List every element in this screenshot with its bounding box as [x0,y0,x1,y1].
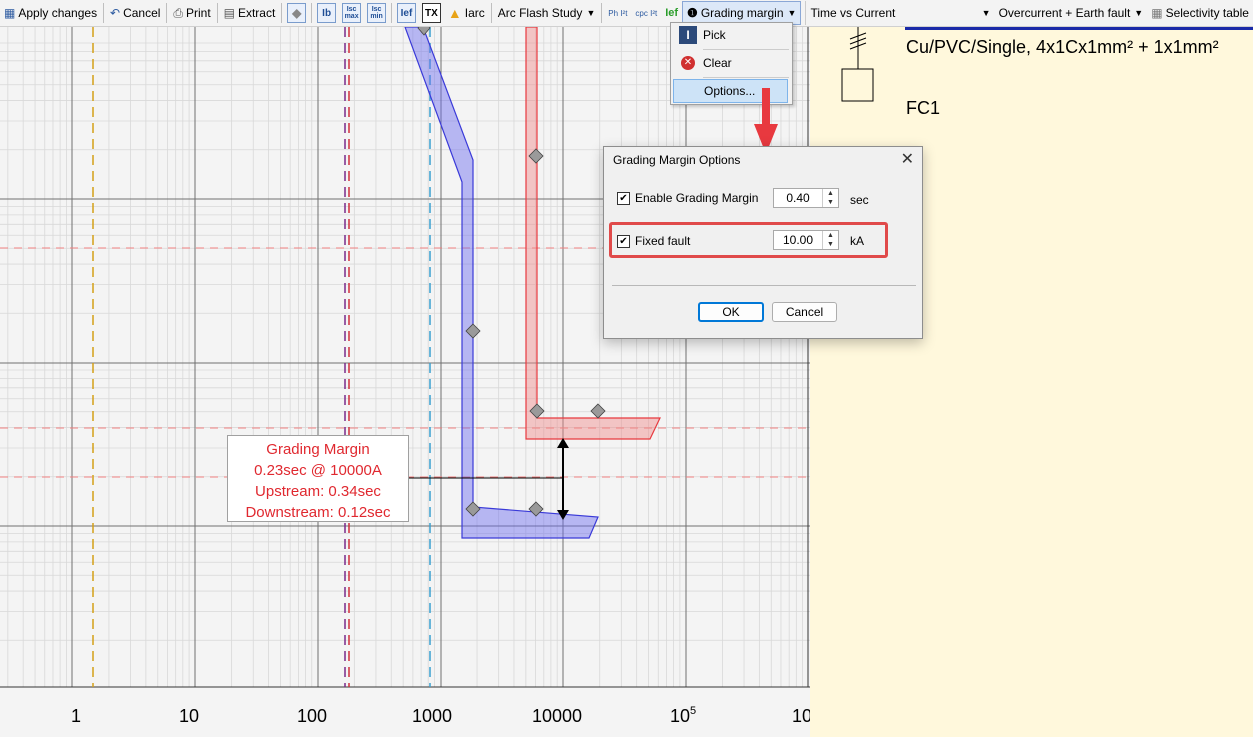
isc-max-toggle[interactable]: Isc max [342,3,362,23]
margin-unit: sec [850,193,869,207]
tx-toggle[interactable]: TX [421,3,441,23]
pick-icon: I [673,26,703,44]
separator [103,3,105,23]
isc-min-toggle[interactable]: Isc min [367,3,387,23]
dialog-separator [612,285,916,286]
annotation-upstream: Upstream: 0.34sec [255,483,381,500]
time-vs-current-dropdown[interactable]: Time vs Current ▼ [805,1,994,25]
table-icon: ▦ [1151,6,1163,20]
diamond-icon: ◆ [292,6,302,20]
dropdown-arrow-icon: ▼ [981,8,991,18]
separator [281,3,283,23]
cable-label: Cu/PVC/Single, 4x1Cx1mm² + 1x1mm² [906,37,1219,57]
separator [216,3,218,23]
separator [166,3,168,23]
ph-i2t-toggle[interactable]: Ph I²t [604,1,631,25]
ib-toggle[interactable]: Ib [317,3,337,23]
close-icon[interactable]: ✕ [901,149,914,169]
chart-svg [0,27,810,688]
x-tick-label: 1000 [412,706,453,726]
ok-button[interactable]: OK [698,302,764,322]
major-grid [0,27,810,688]
enable-grading-margin-label: Enable Grading Margin [635,191,759,205]
undo-icon: ↶ [110,6,121,20]
reference-lines [0,27,810,687]
arc-flash-study-dropdown[interactable]: Arc Flash Study ▼ [494,1,600,25]
separator [311,3,313,23]
busbar-line [905,27,1253,30]
separator [601,3,603,23]
annotation-margin: 0.23sec @ 10000A [254,462,382,479]
margin-value: 0.40 [786,191,810,205]
ief-toggle[interactable]: Ief [396,3,416,23]
pdf-icon: ▤ [223,6,235,20]
separator [391,3,392,23]
spin-arrows-icon[interactable]: ▲ ▼ [822,189,838,207]
margin-spinbox[interactable]: 0.40 ▲ ▼ [773,188,839,208]
annotation-downstream: Downstream: 0.12sec [245,504,391,521]
menu-separator [703,77,789,78]
selectivity-table-button[interactable]: ▦ Selectivity table [1147,1,1253,25]
separator [490,3,492,23]
grading-icon: ❶ [687,6,698,20]
save-icon: ▦ [4,6,16,20]
overcurrent-dropdown[interactable]: Overcurrent + Earth fault ▼ [995,1,1148,25]
menu-separator [703,49,789,50]
warning-icon: ▲ [447,5,462,21]
x-tick-label: 10 [179,706,200,726]
x-tick-label: 10000 [532,706,583,726]
dropdown-arrow-icon: ▼ [1134,8,1144,18]
diamond-marker-toggle[interactable]: ◆ [287,3,307,23]
annotation-title: Grading Margin [266,441,370,458]
apply-changes-button[interactable]: ▦ Apply changes [0,1,101,25]
enable-grading-margin-checkbox[interactable]: ✔ [617,192,630,205]
cancel-button[interactable]: Cancel [772,302,837,322]
toolbar: ▦ Apply changes ↶ Cancel ⎙ Print ▤ Extra… [0,0,1253,27]
cpc-i2t-toggle[interactable]: cpc I²t [631,1,661,25]
marker[interactable] [590,403,606,419]
fixed-fault-highlight-box [609,222,888,258]
minor-grid [0,27,810,687]
printer-icon: ⎙ [173,6,183,20]
dropdown-arrow-icon: ▼ [787,8,797,18]
dialog-title: Grading Margin Options [613,153,741,167]
single-line-diagram-pane: Cu/PVC/Single, 4x1Cx1mm² + 1x1mm² FC1 [810,27,1253,737]
extract-button[interactable]: ▤ Extract [220,1,280,25]
iarc-button[interactable]: ▲ Iarc [444,1,489,25]
x-tick-label: 100 [297,706,328,726]
print-button[interactable]: ⎙ Print [169,1,214,25]
x-tick-label: 1 [71,706,82,726]
device-label: FC1 [906,98,941,118]
menu-item-pick[interactable]: I Pick [673,23,788,47]
x-tick-label-1e5: 105 [670,705,697,726]
clear-icon: ✕ [673,56,703,70]
grading-margin-annotation: Grading Margin 0.23sec @ 10000A Upstream… [227,435,409,522]
cancel-button[interactable]: ↶ Cancel [106,1,164,25]
menu-item-clear[interactable]: ✕ Clear [673,51,788,75]
dropdown-arrow-icon: ▼ [586,8,596,18]
device-symbol [841,27,874,102]
downstream-curve[interactable] [404,27,599,539]
time-current-chart[interactable] [0,27,810,737]
